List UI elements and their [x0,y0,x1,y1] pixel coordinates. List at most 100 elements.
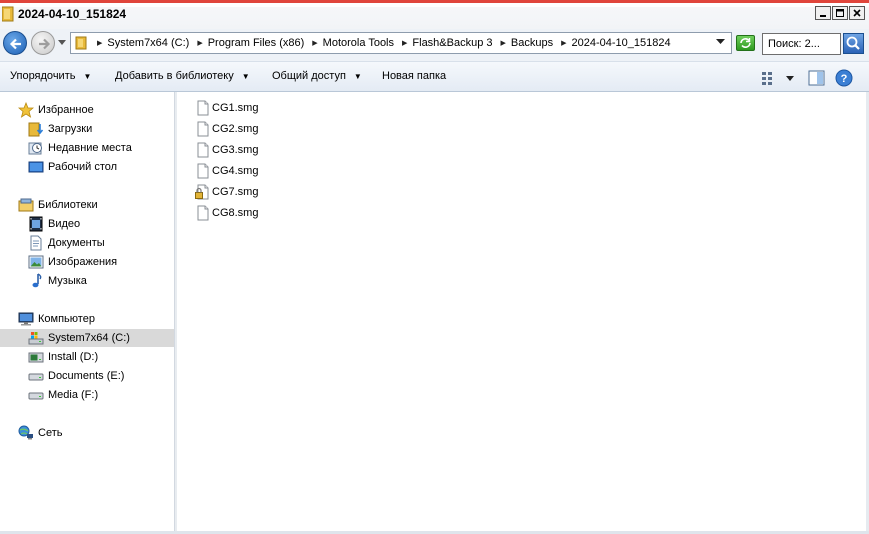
nav-libraries-label: Библиотеки [38,199,98,211]
file-icon [197,121,209,136]
drive-icon [28,352,44,363]
organize-button[interactable]: Упорядочить ▼ [10,70,91,82]
arrow-left-icon [9,38,21,50]
breadcrumb-item[interactable]: Flash&Backup 3 [412,37,492,49]
nav-drive-c[interactable]: System7x64 (C:) [0,329,174,347]
nav-network-label: Сеть [38,427,63,439]
file-item[interactable]: CG4.smg [195,161,258,180]
share-button[interactable]: Общий доступ ▼ [272,70,362,82]
nav-drive-d-label: Install (D:) [48,351,99,363]
nav-video-label: Видео [48,218,81,230]
downloads-folder-icon [28,122,44,137]
command-bar: Упорядочить ▼ Добавить в библиотеку ▼ Общи… [0,61,869,92]
nav-recent-places[interactable]: Недавние места [28,139,132,157]
nav-pictures-label: Изображения [48,256,118,268]
nav-drive-c-label: System7x64 (C:) [48,332,130,344]
recent-places-icon [28,142,42,155]
file-name: CG2.smg [212,122,259,135]
file-item[interactable]: CG7.smg [195,182,258,201]
libraries-icon [18,198,34,212]
arrow-right-icon [39,38,51,50]
back-button[interactable] [3,31,27,55]
file-icon [197,142,209,157]
computer-icon [18,312,34,326]
drive-icon [28,373,44,381]
nav-computer-label: Компьютер [38,313,95,325]
nav-music[interactable]: Музыка [28,272,87,290]
address-dropdown-icon[interactable] [716,39,725,45]
file-icon [197,205,209,220]
star-icon [18,102,34,118]
file-name: CG4.smg [212,164,259,177]
breadcrumb-item[interactable]: 2024-04-10_151824 [572,37,671,49]
chevron-down-icon: ▼ [83,71,92,81]
view-dropdown-icon[interactable] [786,76,794,81]
nav-drive-f-label: Media (F:) [48,389,99,401]
nav-drive-f[interactable]: Media (F:) [28,386,98,404]
window-controls [815,6,865,20]
change-view-icon[interactable] [762,72,772,85]
file-name: CG3.smg [212,143,259,156]
file-item[interactable]: CG1.smg [195,98,258,117]
address-row: ▶ System7x64 (C:) ▶ Program Files (x86) ▶ M… [0,29,869,61]
preview-pane-icon[interactable] [808,70,825,86]
title-bar: 2024-04-10_151824 [0,0,869,29]
chevron-down-icon: ▼ [353,71,362,81]
chevron-right-icon[interactable]: ▶ [402,39,407,47]
nav-desktop-label: Рабочий стол [48,161,118,173]
nav-desktop[interactable]: Рабочий стол [28,158,117,176]
nav-computer[interactable]: Компьютер [18,310,95,328]
chevron-right-icon[interactable]: ▶ [312,39,317,47]
minimize-button[interactable] [815,6,831,20]
navigation-pane: Избранное Загрузки Недавние места Рабочи… [0,92,175,534]
history-dropdown-icon[interactable] [58,40,66,46]
add-to-library-label: Добавить в библиотеку [115,70,234,82]
breadcrumb-item[interactable]: Backups [511,37,553,49]
nav-downloads-label: Загрузки [48,123,93,135]
close-icon [853,9,861,17]
nav-documents[interactable]: Документы [28,234,105,252]
music-icon [32,273,42,288]
nav-libraries[interactable]: Библиотеки [18,196,98,214]
file-list: CG1.smg CG2.smg CG3.smg CG4.smg CG7.smg … [177,92,869,532]
nav-pictures[interactable]: Изображения [28,253,117,271]
new-folder-button[interactable]: Новая папка [382,70,446,82]
breadcrumb-item[interactable]: Motorola Tools [323,37,394,49]
nav-favorites-label: Избранное [38,104,94,116]
nav-network[interactable]: Сеть [18,424,62,442]
nav-video[interactable]: Видео [28,215,80,233]
file-icon [197,100,209,115]
help-icon[interactable]: ? [835,69,853,87]
nav-music-label: Музыка [48,275,87,287]
chevron-right-icon[interactable]: ▶ [501,39,506,47]
view-buttons: ? [762,69,853,87]
maximize-button[interactable] [832,6,848,20]
nav-drive-e[interactable]: Documents (E:) [28,367,124,385]
search-button[interactable] [843,33,864,54]
nav-downloads[interactable]: Загрузки [28,120,92,138]
chevron-right-icon[interactable]: ▶ [561,39,566,47]
file-item[interactable]: CG8.smg [195,203,258,222]
search-input[interactable]: Поиск: 2... [762,33,841,55]
chevron-right-icon[interactable]: ▶ [97,39,102,47]
breadcrumb-item[interactable]: Program Files (x86) [208,37,305,49]
share-label: Общий доступ [272,70,346,82]
forward-button[interactable] [31,31,55,55]
breadcrumb: ▶ System7x64 (C:) ▶ Program Files (x86) ▶ M… [89,37,671,49]
system-drive-icon [28,332,44,345]
folder-icon [75,36,87,50]
nav-drive-e-label: Documents (E:) [48,370,125,382]
address-bar[interactable]: ▶ System7x64 (C:) ▶ Program Files (x86) ▶ M… [70,32,732,54]
chevron-right-icon[interactable]: ▶ [197,39,202,47]
nav-favorites[interactable]: Избранное [18,101,94,119]
documents-icon [30,235,42,251]
refresh-button[interactable] [736,35,755,51]
nav-drive-d[interactable]: Install (D:) [28,348,98,366]
breadcrumb-item[interactable]: System7x64 (C:) [107,37,189,49]
file-item[interactable]: CG3.smg [195,140,258,159]
window-title: 2024-04-10_151824 [18,7,127,21]
file-item[interactable]: CG2.smg [195,119,258,138]
add-to-library-button[interactable]: Добавить в библиотеку ▼ [115,70,250,82]
close-button[interactable] [849,6,865,20]
network-icon [18,425,33,440]
